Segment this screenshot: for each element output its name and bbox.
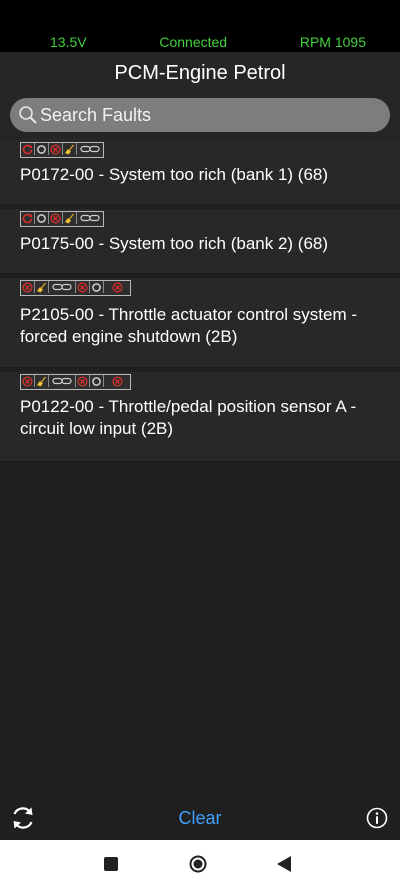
x-icon (49, 212, 63, 224)
x-icon (104, 281, 130, 293)
page-title: PCM-Engine Petrol (0, 52, 400, 94)
circle-icon (35, 212, 49, 224)
fault-description: P0122-00 - Throttle/pedal position senso… (20, 397, 357, 438)
fault-description: P0175-00 - System too rich (bank 2) (68) (20, 234, 329, 253)
fault-status-badges (20, 211, 104, 227)
info-icon[interactable] (366, 807, 388, 829)
system-navigation-bar (0, 840, 400, 889)
obd-status-row: 13.5V Connected RPM 1095 (0, 34, 400, 50)
fault-description: P0172-00 - System too rich (bank 1) (68) (20, 165, 329, 184)
fault-status-badges (20, 280, 131, 296)
back-icon[interactable] (276, 855, 292, 873)
rpm-readout: RPM 1095 (299, 34, 366, 50)
broom-icon (35, 375, 49, 387)
recent-apps-icon[interactable] (104, 857, 118, 871)
search-box[interactable] (10, 98, 390, 132)
x-icon (76, 281, 90, 293)
x-icon (21, 281, 35, 293)
fault-status-badges (20, 374, 131, 390)
fault-description: P2105-00 - Throttle actuator control sys… (20, 305, 358, 346)
retry-icon (21, 212, 35, 224)
chain-icon (77, 143, 103, 155)
search-input[interactable] (40, 104, 370, 126)
x-icon (21, 375, 35, 387)
bottom-toolbar: Clear (0, 798, 400, 840)
fault-list: P0172-00 - System too rich (bank 1) (68)… (0, 140, 400, 466)
search-icon (19, 106, 37, 124)
retry-icon (21, 143, 35, 155)
search-bar (0, 94, 400, 140)
refresh-icon[interactable] (9, 804, 37, 832)
home-icon[interactable] (189, 855, 207, 873)
x-icon (104, 375, 130, 387)
fault-item[interactable]: P0175-00 - System too rich (bank 2) (68) (0, 209, 400, 274)
chain-icon (49, 375, 76, 387)
clear-button[interactable]: Clear (170, 808, 230, 829)
fault-status-badges (20, 142, 104, 158)
broom-icon (63, 143, 77, 155)
fault-item[interactable]: P0172-00 - System too rich (bank 1) (68) (0, 140, 400, 205)
circle-icon (90, 375, 104, 387)
status-bar: 13.5V Connected RPM 1095 (0, 0, 400, 52)
chain-icon (77, 212, 103, 224)
chain-icon (49, 281, 76, 293)
x-icon (49, 143, 63, 155)
circle-icon (90, 281, 104, 293)
broom-icon (63, 212, 77, 224)
circle-icon (35, 143, 49, 155)
fault-item[interactable]: P0122-00 - Throttle/pedal position senso… (0, 372, 400, 462)
broom-icon (35, 281, 49, 293)
connection-status: Connected (159, 34, 228, 50)
fault-item[interactable]: P2105-00 - Throttle actuator control sys… (0, 278, 400, 368)
voltage-readout: 13.5V (50, 34, 87, 50)
x-icon (76, 375, 90, 387)
